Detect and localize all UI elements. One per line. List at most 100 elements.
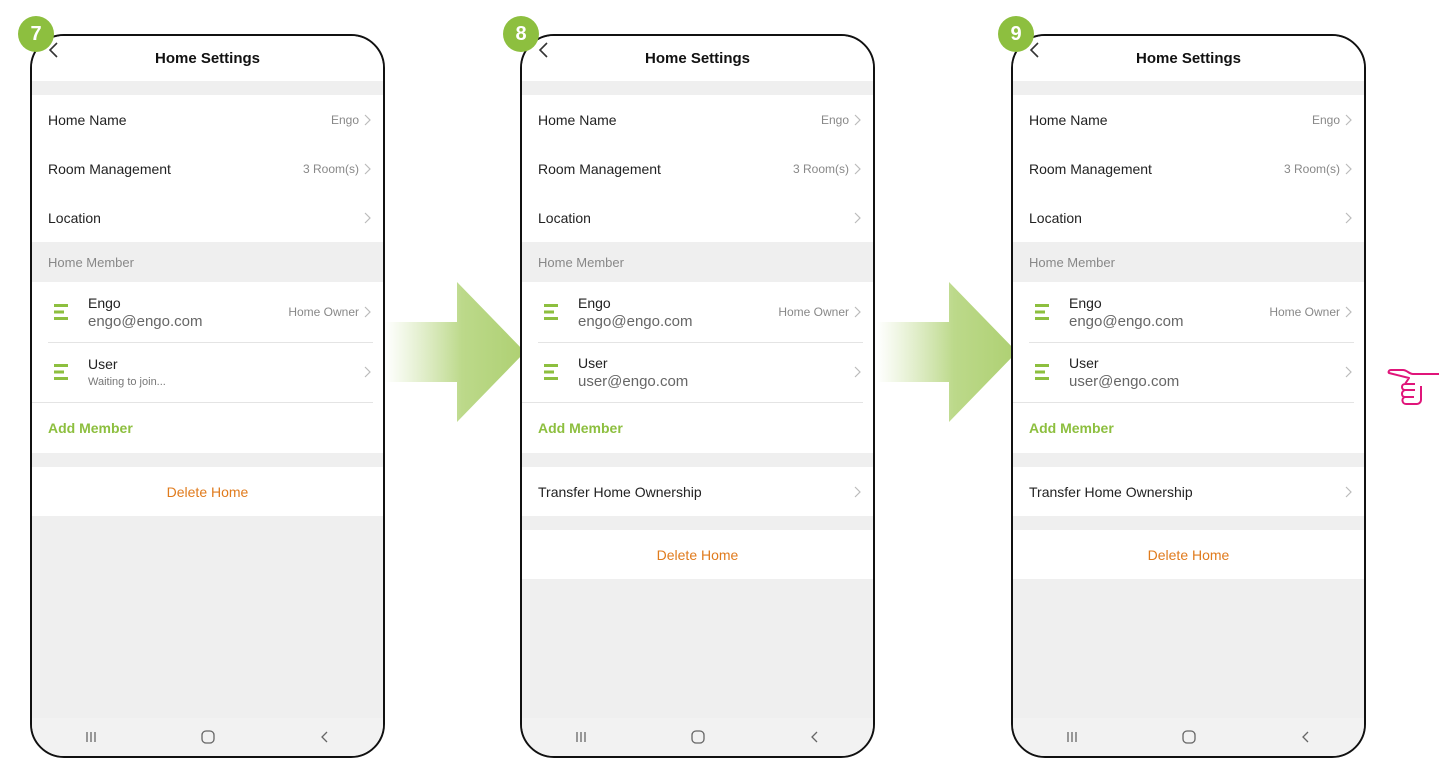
chevron-right-icon [1345,306,1352,318]
chevron-right-icon [854,306,861,318]
recent-apps-icon[interactable] [1057,727,1087,747]
chevron-right-icon [854,114,861,125]
chevron-right-icon [1345,163,1352,174]
member-row-user[interactable]: User user@engo.com [1013,342,1364,402]
chevron-right-icon [364,366,371,378]
add-member-button[interactable]: Add Member [32,402,373,453]
chevron-right-icon [854,366,861,378]
member-row-user[interactable]: User user@engo.com [522,342,873,402]
android-nav-bar [522,718,873,756]
chevron-right-icon [854,163,861,174]
pointing-hand-icon [1387,369,1439,405]
home-button-icon[interactable] [683,727,713,747]
row-label: Location [48,209,101,226]
delete-home-button[interactable]: Delete Home [1013,530,1364,579]
chevron-right-icon [1345,212,1352,223]
recent-apps-icon[interactable] [566,727,596,747]
chevron-right-icon [854,486,861,497]
engo-logo-icon [54,364,68,380]
member-row-owner[interactable]: Engo engo@engo.com Home Owner [522,282,873,342]
room-management-row[interactable]: Room Management 3 Room(s) [522,144,873,193]
member-row-owner[interactable]: Engo engo@engo.com Home Owner [32,282,383,342]
location-row[interactable]: Location [1013,193,1364,242]
next-step-arrow-icon [385,282,525,422]
delete-home-button[interactable]: Delete Home [522,530,873,579]
chevron-right-icon [364,114,371,125]
home-name-row[interactable]: Home Name Engo [522,95,873,144]
location-row[interactable]: Location [522,193,873,242]
chevron-right-icon [364,163,371,174]
member-row-user[interactable]: User Waiting to join... [32,342,383,402]
add-member-button[interactable]: Add Member [522,402,863,453]
member-email: engo@engo.com [1069,312,1184,330]
chevron-right-icon [1345,366,1352,378]
home-member-header: Home Member [522,242,873,282]
member-email: engo@engo.com [578,312,693,330]
member-status: Waiting to join... [88,376,166,388]
chevron-right-icon [364,306,371,318]
title-bar: Home Settings [522,36,873,81]
engo-logo-icon [1035,364,1049,380]
transfer-ownership-row[interactable]: Transfer Home Ownership [1013,467,1364,516]
add-member-button[interactable]: Add Member [1013,402,1354,453]
row-label: Home Name [538,111,617,128]
home-name-row[interactable]: Home Name Engo [32,95,383,144]
title-bar: Home Settings [32,36,383,81]
home-button-icon[interactable] [1174,727,1204,747]
row-value: Engo [330,112,359,127]
phone-screen-8: Home Settings Home Name Engo Room Manage… [520,34,875,758]
chevron-right-icon [1345,114,1352,125]
row-value: Engo [820,112,849,127]
member-role: Home Owner [778,305,849,319]
member-row-owner[interactable]: Engo engo@engo.com Home Owner [1013,282,1364,342]
engo-logo-icon [544,364,558,380]
chevron-right-icon [854,212,861,223]
android-nav-bar [32,718,383,756]
member-email: user@engo.com [1069,372,1180,390]
recent-apps-icon[interactable] [76,727,106,747]
home-member-header: Home Member [1013,242,1364,282]
member-name: User [88,356,118,372]
row-label: Room Management [1029,160,1152,177]
step-badge-8: 8 [503,16,539,52]
member-role: Home Owner [288,305,359,319]
member-name: Engo [1069,294,1102,311]
step-badge-9: 9 [998,16,1034,52]
room-management-row[interactable]: Room Management 3 Room(s) [1013,144,1364,193]
row-label: Location [1029,209,1082,226]
row-value: 3 Room(s) [1283,161,1340,176]
member-name: Engo [88,294,121,311]
location-row[interactable]: Location [32,193,383,242]
row-label: Home Name [1029,111,1108,128]
delete-home-button[interactable]: Delete Home [32,467,383,516]
room-management-row[interactable]: Room Management 3 Room(s) [32,144,383,193]
member-name: Engo [578,294,611,311]
row-label: Room Management [48,160,171,177]
home-member-header: Home Member [32,242,383,282]
engo-logo-icon [1035,304,1049,320]
row-label: Room Management [538,160,661,177]
back-nav-icon[interactable] [1291,727,1321,747]
page-title: Home Settings [644,50,750,67]
back-nav-icon[interactable] [800,727,830,747]
row-value: 3 Room(s) [792,161,849,176]
member-name: User [1069,354,1099,371]
engo-logo-icon [544,304,558,320]
row-value: Engo [1311,112,1340,127]
page-title: Home Settings [1135,50,1241,67]
android-nav-bar [1013,718,1364,756]
row-label: Location [538,209,591,226]
back-nav-icon[interactable] [310,727,340,747]
transfer-ownership-row[interactable]: Transfer Home Ownership [522,467,873,516]
chevron-right-icon [1345,486,1352,497]
member-role: Home Owner [1269,305,1340,319]
member-email: engo@engo.com [88,312,203,330]
home-button-icon[interactable] [193,727,223,747]
title-bar: Home Settings [1013,36,1364,81]
step-badge-7: 7 [18,16,54,52]
member-name: User [578,354,608,371]
home-name-row[interactable]: Home Name Engo [1013,95,1364,144]
row-label: Home Name [48,111,127,128]
next-step-arrow-icon [877,282,1017,422]
phone-screen-9: Home Settings Home Name Engo Room Manage… [1011,34,1366,758]
